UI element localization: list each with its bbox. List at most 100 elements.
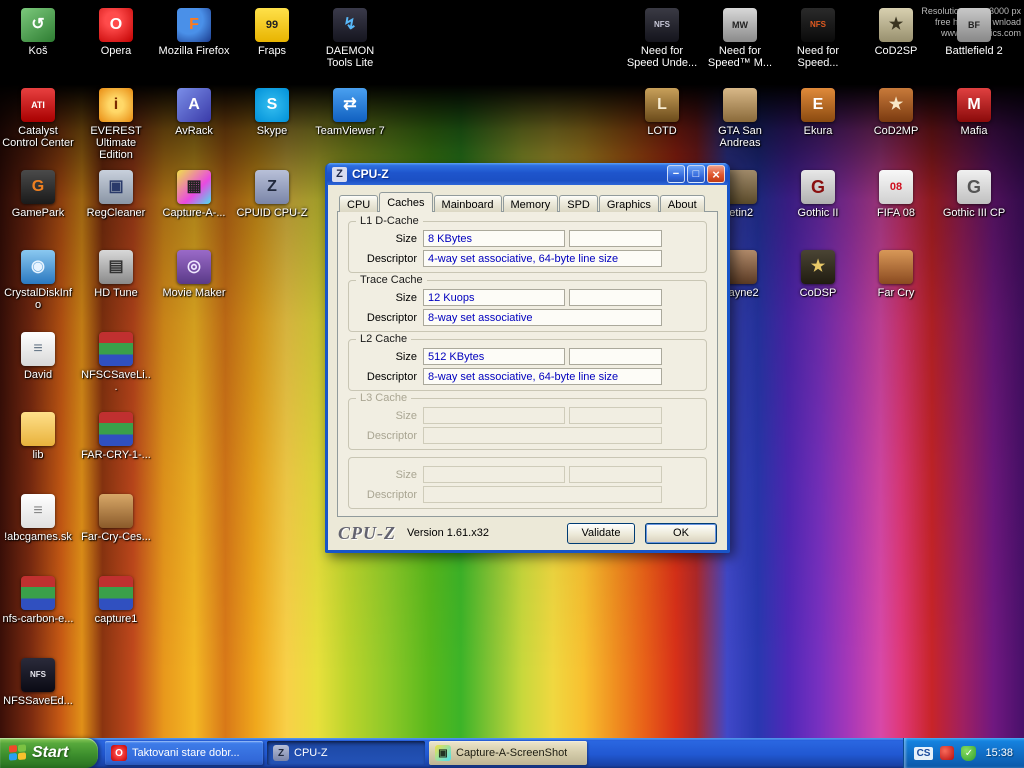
desktop-icon-gothic3cp[interactable]: G Gothic III CP — [938, 170, 1010, 219]
icon-glyph: L — [657, 97, 667, 113]
desktop-icon-cod2sp[interactable]: ★ CoD2SP — [860, 8, 932, 57]
tab-about[interactable]: About — [660, 195, 705, 212]
desktop-icon-teamviewer[interactable]: ⇄ TeamViewer 7 — [314, 88, 386, 137]
descriptor-field[interactable]: 8-way set associative, 64-byte line size — [423, 368, 662, 385]
desktop-icon-fifa08[interactable]: 08 FIFA 08 — [860, 170, 932, 219]
size-field[interactable] — [423, 407, 565, 424]
icon-glyph: ATI — [31, 101, 45, 110]
desktop-icon-opera[interactable]: O Opera — [80, 8, 152, 57]
cpuz-task-icon: Z — [273, 745, 289, 761]
skype-icon: S — [255, 88, 289, 122]
desktop-icon-lotd[interactable]: L LOTD — [626, 88, 698, 137]
maximize-button[interactable]: □ — [687, 165, 705, 183]
size-extra-field[interactable] — [569, 348, 662, 365]
desktop-icon-ekura[interactable]: E Ekura — [782, 88, 854, 137]
desktop-icon-abcgames-sk[interactable]: ≡ !abcgames.sk — [2, 494, 74, 543]
validate-button[interactable]: Validate — [567, 523, 635, 544]
tab-spd[interactable]: SPD — [559, 195, 598, 212]
desktop-icon-lib-folder[interactable]: lib — [2, 412, 74, 461]
descriptor-field[interactable]: 8-way set associative — [423, 309, 662, 326]
desktop-icon-firefox[interactable]: F Mozilla Firefox — [158, 8, 230, 57]
desktop-icon-battlefield2[interactable]: BF Battlefield 2 — [938, 8, 1010, 57]
size-field[interactable] — [423, 466, 565, 483]
descriptor-label: Descriptor — [351, 489, 417, 501]
windows-logo-icon — [9, 744, 26, 761]
size-extra-field[interactable] — [569, 289, 662, 306]
tab-mainboard[interactable]: Mainboard — [434, 195, 502, 212]
descriptor-field[interactable]: 4-way set associative, 64-byte line size — [423, 250, 662, 267]
desktop-icon-gta-san-andreas[interactable]: GTA San Andreas — [704, 88, 776, 149]
nfs-most-wanted-icon: MW — [723, 8, 757, 42]
descriptor-field[interactable] — [423, 486, 662, 503]
minimize-button[interactable]: − — [667, 165, 685, 183]
size-field[interactable]: 12 Kuops — [423, 289, 565, 306]
start-button[interactable]: Start — [0, 738, 98, 768]
size-field[interactable]: 8 KBytes — [423, 230, 565, 247]
titlebar[interactable]: Z CPU-Z − □ × — [327, 163, 728, 185]
desktop-icon-crystaldiskinfo[interactable]: ◉ CrystalDiskInfo — [2, 250, 74, 311]
desktop-icon-cpuid-cpuz[interactable]: Z CPUID CPU-Z — [236, 170, 308, 219]
desktop-icon-skype[interactable]: S Skype — [236, 88, 308, 137]
teamviewer-icon: ⇄ — [333, 88, 367, 122]
desktop-icon-movie-maker[interactable]: ◎ Movie Maker — [158, 250, 230, 299]
desktop-icon-hd-tune[interactable]: ▤ HD Tune — [80, 250, 152, 299]
desktop-icon-daemon-tools[interactable]: ↯ DAEMON Tools Lite — [314, 8, 386, 69]
firefox-icon: F — [177, 8, 211, 42]
size-field[interactable]: 512 KBytes — [423, 348, 565, 365]
group-l2-cache: L2 Cache Size 512 KBytes Descriptor 8-wa… — [348, 339, 707, 391]
clock[interactable]: 15:38 — [985, 747, 1013, 759]
tab-cpu[interactable]: CPU — [339, 195, 378, 212]
desktop-icon-far-cry-ces[interactable]: Far-Cry-Ces... — [80, 494, 152, 543]
ok-button[interactable]: OK — [645, 523, 717, 544]
fraps-icon: 99 — [255, 8, 289, 42]
desktop-icon-capture-a[interactable]: ▦ Capture-A-... — [158, 170, 230, 219]
desktop-icon-fraps[interactable]: 99 Fraps — [236, 8, 308, 57]
icon-label: CoDSP — [782, 287, 854, 299]
task-capture-a-screenshot[interactable]: ▣ Capture-A-ScreenShot — [429, 741, 587, 765]
tab-memory[interactable]: Memory — [503, 195, 559, 212]
tab-graphics[interactable]: Graphics — [599, 195, 659, 212]
size-extra-field[interactable] — [569, 466, 662, 483]
tab-caches[interactable]: Caches — [379, 192, 432, 212]
desktop-icon-nfsc-save-li[interactable]: NFSCSaveLi... — [80, 332, 152, 393]
ati-tray-icon[interactable] — [940, 746, 954, 760]
language-indicator[interactable]: CS — [914, 747, 934, 760]
size-extra-field[interactable] — [569, 407, 662, 424]
close-button[interactable]: × — [707, 165, 725, 183]
group-title: L2 Cache — [356, 333, 411, 345]
desktop-icon-capture1-archive[interactable]: capture1 — [80, 576, 152, 625]
desktop-icon-nfs-carbon-archive[interactable]: nfs-carbon-e... — [2, 576, 74, 625]
antivirus-shield-icon[interactable]: ✓ — [961, 746, 976, 761]
size-extra-field[interactable] — [569, 230, 662, 247]
desktop-icon-cod2mp[interactable]: ★ CoD2MP — [860, 88, 932, 137]
descriptor-field[interactable] — [423, 427, 662, 444]
desktop-icon-gamepark[interactable]: G GamePark — [2, 170, 74, 219]
desktop-icon-nfs-most-wanted[interactable]: MW Need for Speed™ M... — [704, 8, 776, 69]
desktop-icon-everest[interactable]: i EVEREST Ultimate Edition — [80, 88, 152, 161]
icon-glyph: Z — [267, 179, 277, 195]
desktop-icon-gothic2[interactable]: G Gothic II — [782, 170, 854, 219]
desktop-icon-nfs-save-ed[interactable]: NFS NFSSaveEd... — [2, 658, 74, 707]
nfs-carbon-archive-icon — [21, 576, 55, 610]
icon-label: nfs-carbon-e... — [2, 613, 74, 625]
gta-san-andreas-icon — [723, 88, 757, 122]
desktop-icon-nfs-underground[interactable]: NFS Need for Speed Unde... — [626, 8, 698, 69]
task-cpu-z[interactable]: Z CPU-Z — [267, 741, 425, 765]
icon-label: Battlefield 2 — [938, 45, 1010, 57]
desktop-icon-nfs-carbon[interactable]: NFS Need for Speed... — [782, 8, 854, 69]
icon-label: Ekura — [782, 125, 854, 137]
desktop-icon-ati-catalyst[interactable]: ATI Catalyst Control Center — [2, 88, 74, 149]
desktop-icon-far-cry-1-archive[interactable]: FAR-CRY-1-... — [80, 412, 152, 461]
desktop-icon-recycle-bin[interactable]: ↺ Koš — [2, 8, 74, 57]
icon-label: EVEREST Ultimate Edition — [80, 125, 152, 161]
icon-label: Opera — [80, 45, 152, 57]
desktop-icon-codsp[interactable]: ★ CoDSP — [782, 250, 854, 299]
desktop-icon-regcleaner[interactable]: ▣ RegCleaner — [80, 170, 152, 219]
desktop-icon-david-file[interactable]: ≡ David — [2, 332, 74, 381]
opera-icon: O — [99, 8, 133, 42]
task-taktovani-stare-dobr-[interactable]: O Taktovani stare dobr... — [105, 741, 263, 765]
desktop-icon-avrack[interactable]: A AvRack — [158, 88, 230, 137]
desktop-icon-farcry[interactable]: Far Cry — [860, 250, 932, 299]
desktop-icon-mafia[interactable]: M Mafia — [938, 88, 1010, 137]
icon-label: CrystalDiskInfo — [2, 287, 74, 311]
